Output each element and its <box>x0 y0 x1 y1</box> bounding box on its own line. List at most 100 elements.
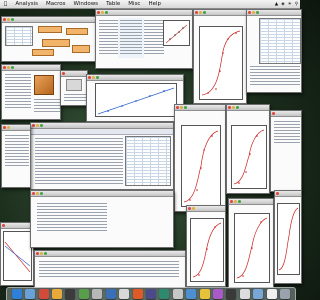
window-titlebar[interactable] <box>31 191 173 197</box>
log-text <box>37 259 181 281</box>
plot-window[interactable] <box>228 198 274 288</box>
data-table-grid <box>259 18 301 64</box>
status-icon[interactable]: ☀ <box>288 2 292 7</box>
dialog-text <box>35 201 109 235</box>
app-icon[interactable] <box>186 289 197 299</box>
text-panel <box>32 97 60 116</box>
sigmoid-plot <box>190 218 224 282</box>
app-icon[interactable] <box>105 289 116 299</box>
diagram-node <box>66 28 88 35</box>
log-window[interactable] <box>34 250 186 288</box>
text-panel <box>62 92 87 105</box>
window-titlebar[interactable] <box>2 125 30 131</box>
plot-window[interactable] <box>270 110 302 192</box>
results-text <box>33 136 125 188</box>
sigmoid-plot-svg <box>201 30 241 96</box>
app-icon[interactable] <box>65 289 76 299</box>
sigmoid-plot <box>231 125 267 189</box>
menu-bar:  Analysis Macros Windows Table Misc Hel… <box>0 0 300 9</box>
app-icon[interactable] <box>119 289 130 299</box>
analysis-window[interactable] <box>30 122 174 190</box>
app-icon[interactable] <box>159 289 170 299</box>
window-titlebar[interactable] <box>271 111 301 117</box>
menu-extras: ▲ ◈ ☀ ⚲ <box>275 2 300 7</box>
window-titlebar[interactable] <box>227 105 269 111</box>
dialog-window[interactable] <box>30 190 174 248</box>
diagram-node <box>32 49 54 56</box>
window-titlebar[interactable] <box>96 10 192 16</box>
app-icon[interactable] <box>25 289 36 299</box>
menu-windows[interactable]: Windows <box>70 1 103 7</box>
finder-icon[interactable] <box>11 289 22 299</box>
sigmoid-plot <box>181 125 221 207</box>
apple-menu-icon[interactable]:  <box>0 1 11 7</box>
status-icon[interactable]: ◈ <box>281 2 284 7</box>
plot-window[interactable] <box>274 190 302 284</box>
plot-window[interactable] <box>193 9 247 104</box>
window-titlebar[interactable] <box>247 10 301 16</box>
info-panel[interactable] <box>60 70 88 106</box>
diagram-node <box>42 39 70 47</box>
trash-icon[interactable] <box>280 289 291 299</box>
menu-help[interactable]: Help <box>144 1 165 7</box>
window-titlebar[interactable] <box>175 105 225 111</box>
window-titlebar[interactable] <box>61 71 87 77</box>
thumbnail-image <box>66 79 82 91</box>
window-titlebar[interactable] <box>87 75 183 81</box>
text-panel <box>272 119 301 147</box>
cube-image <box>34 75 54 95</box>
plot-window[interactable] <box>174 104 226 212</box>
app-icon[interactable] <box>266 289 277 299</box>
window-titlebar[interactable] <box>35 251 185 257</box>
sigmoid-plot <box>234 213 270 283</box>
app-icon[interactable] <box>145 289 156 299</box>
app-icon[interactable] <box>239 289 250 299</box>
browser-window[interactable] <box>95 9 193 69</box>
menu-analysis[interactable]: Analysis <box>11 1 42 7</box>
diagram-node <box>38 26 62 33</box>
window-titlebar[interactable] <box>229 199 273 205</box>
sigmoid-plot <box>277 203 300 275</box>
data-table-window[interactable] <box>246 9 302 93</box>
decay-plot <box>3 231 32 281</box>
sigmoid-plot-svg <box>192 222 222 278</box>
scatter-plot <box>163 20 190 46</box>
document-window[interactable] <box>1 64 61 120</box>
app-icon[interactable] <box>78 289 89 299</box>
window-titlebar[interactable] <box>2 65 60 71</box>
dock <box>6 287 296 300</box>
window-titlebar[interactable] <box>194 10 246 16</box>
app-icon[interactable] <box>51 289 62 299</box>
menu-macros[interactable]: Macros <box>42 1 70 7</box>
sigmoid-plot-svg <box>236 217 268 279</box>
menu-misc[interactable]: Misc <box>124 1 144 7</box>
app-icon[interactable] <box>38 289 49 299</box>
app-icon[interactable] <box>132 289 143 299</box>
diagram-node <box>72 45 90 53</box>
notes-window[interactable] <box>1 124 31 188</box>
app-icon[interactable] <box>253 289 264 299</box>
app-icon[interactable] <box>199 289 210 299</box>
window-titlebar[interactable] <box>275 191 301 197</box>
status-icon[interactable]: ▲ <box>275 2 278 7</box>
linear-plot-window[interactable] <box>86 74 184 122</box>
results-table <box>125 136 171 186</box>
app-icon[interactable] <box>92 289 103 299</box>
app-icon[interactable] <box>172 289 183 299</box>
window-titlebar[interactable] <box>1 223 33 229</box>
window-titlebar[interactable] <box>2 17 98 23</box>
decay-plot-window[interactable] <box>0 222 34 286</box>
sigmoid-plot-svg <box>233 129 265 185</box>
spotlight-icon[interactable]: ⚲ <box>295 2 298 7</box>
diagram-window[interactable] <box>1 16 99 62</box>
app-icon[interactable] <box>226 289 237 299</box>
linear-plot <box>95 83 177 117</box>
menu-table[interactable]: Table <box>102 1 124 7</box>
scatter-plot-svg <box>165 24 188 44</box>
decay-plot-svg <box>4 241 31 273</box>
plot-window[interactable] <box>226 104 270 194</box>
window-titlebar[interactable] <box>187 206 225 212</box>
plot-window[interactable] <box>186 205 226 287</box>
linear-plot-svg <box>97 87 175 115</box>
app-icon[interactable] <box>213 289 224 299</box>
